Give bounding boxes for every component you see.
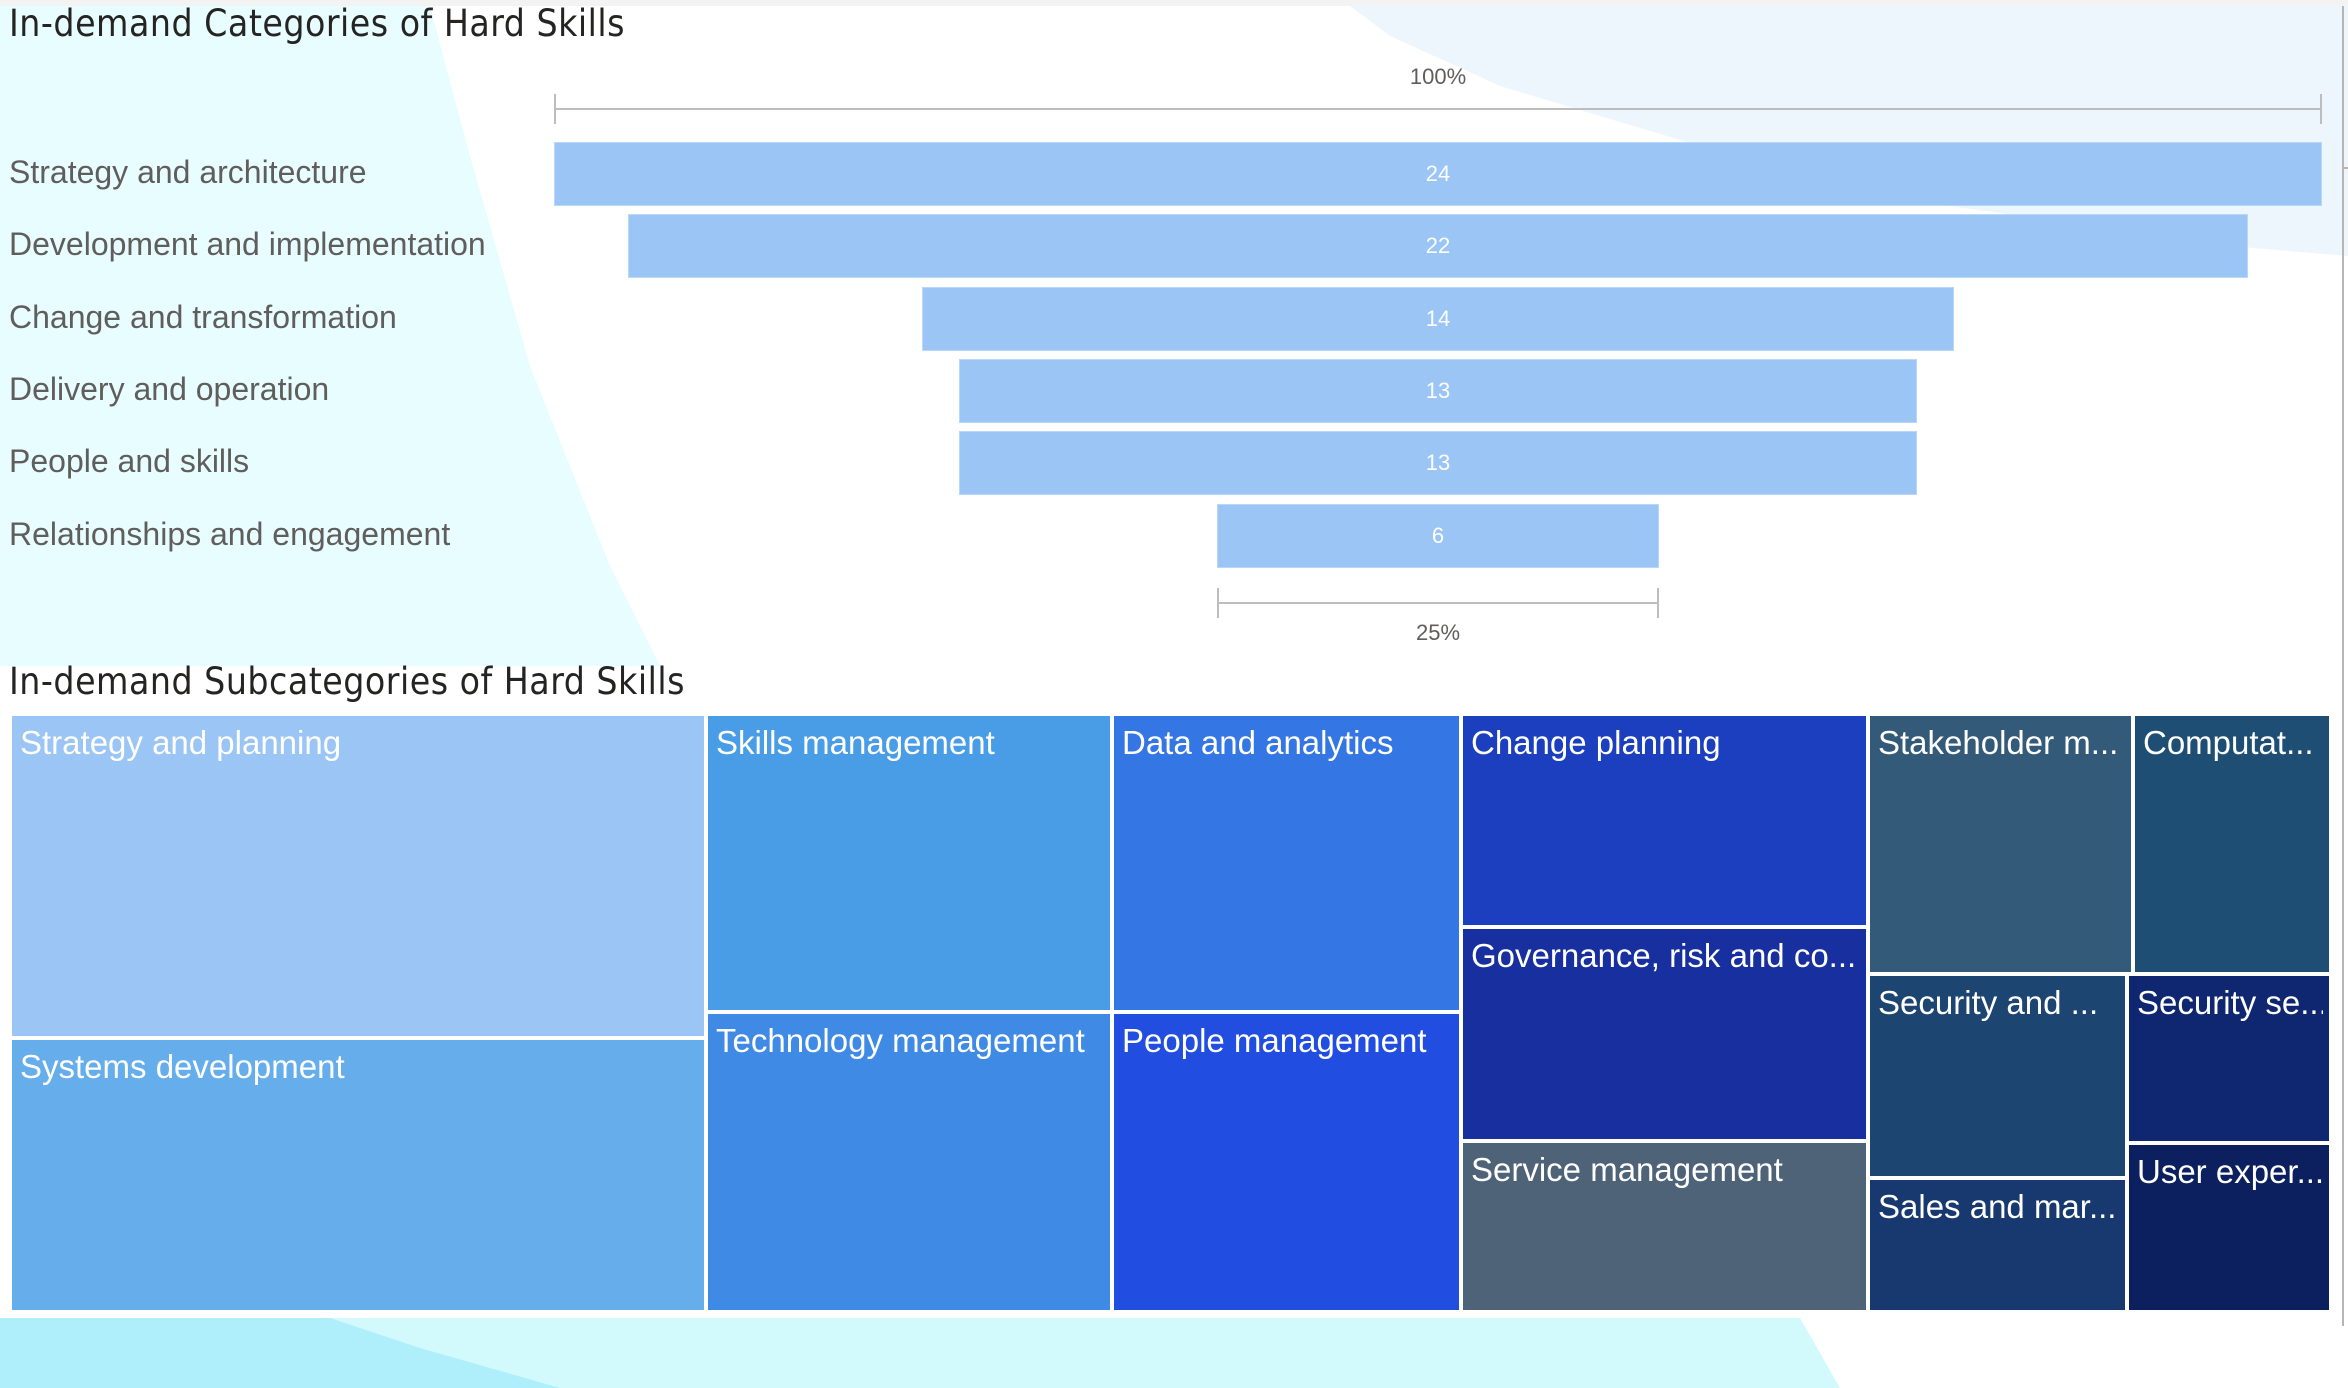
funnel-top-axis-line: [554, 108, 2322, 110]
funnel-category-label: People and skills: [9, 443, 250, 480]
treemap-cell-label: Strategy and planning: [20, 724, 342, 761]
funnel-category-label: Development and implementation: [9, 226, 486, 263]
funnel-bar-value-label: 14: [1425, 305, 1451, 331]
treemap-cell[interactable]: Security se...: [2127, 974, 2331, 1143]
funnel-top-axis-cap-left: [554, 94, 556, 124]
funnel-category-label: Strategy and architecture: [9, 154, 367, 190]
treemap-cell-label: Sales and mar...: [1878, 1188, 2117, 1225]
funnel-category-label: Change and transformation: [9, 298, 397, 335]
treemap-cell[interactable]: Data and analytics: [1112, 714, 1461, 1012]
treemap-cell-label: Computat...: [2143, 724, 2314, 761]
funnel-bar[interactable]: 14: [922, 286, 1954, 351]
treemap-cell[interactable]: Computat...: [2133, 714, 2331, 974]
funnel-bar[interactable]: 6: [1217, 503, 1659, 568]
treemap-cell-label: People management: [1122, 1022, 1427, 1059]
treemap-cell[interactable]: User exper...: [2127, 1143, 2331, 1312]
funnel-top-axis-cap-right: [2320, 94, 2322, 124]
treemap-cell-label: Change planning: [1471, 724, 1721, 761]
treemap-cell[interactable]: Change planning: [1461, 714, 1868, 927]
funnel-bar[interactable]: 22: [627, 214, 2249, 279]
treemap-chart-title: In-demand Subcategories of Hard Skills: [9, 660, 685, 703]
funnel-bar[interactable]: 24: [554, 142, 2322, 206]
treemap-cell[interactable]: Service management: [1461, 1141, 1868, 1312]
treemap-cell[interactable]: Technology management: [706, 1012, 1112, 1312]
treemap-cell[interactable]: Sales and mar...: [1868, 1178, 2127, 1312]
funnel-bottom-axis-cap-right: [1657, 588, 1659, 618]
treemap-cell-label: Data and analytics: [1122, 724, 1394, 761]
treemap-cell-label: Security se...: [2137, 984, 2323, 1021]
funnel-bottom-axis-line: [1217, 602, 1659, 604]
treemap-cell[interactable]: Systems development: [10, 1038, 706, 1312]
funnel-bottom-axis-cap-left: [1217, 588, 1219, 618]
treemap-cell-label: Governance, risk and co...: [1471, 937, 1857, 974]
funnel-bar-value-label: 6: [1431, 522, 1445, 548]
funnel-bar[interactable]: 13: [959, 431, 1917, 496]
funnel-bar-value-label: 13: [1425, 377, 1451, 403]
treemap-cell[interactable]: Strategy and planning: [10, 714, 706, 1038]
funnel-bar-value-label: 24: [1425, 161, 1451, 186]
funnel-bottom-axis-label: 25%: [1415, 620, 1461, 645]
funnel-bar[interactable]: 13: [959, 358, 1917, 423]
background-shape-left: [0, 6, 660, 666]
funnel-top-axis-label: 100%: [1409, 64, 1467, 89]
treemap-cell-label: User exper...: [2137, 1153, 2323, 1190]
treemap-cell[interactable]: Security and ...: [1868, 974, 2127, 1178]
treemap-cell-label: Skills management: [716, 724, 995, 761]
funnel-category-label: Relationships and engagement: [9, 515, 451, 552]
treemap-cell[interactable]: Governance, risk and co...: [1461, 927, 1868, 1141]
canvas-right-tick: [2342, 167, 2348, 169]
treemap-cell-label: Security and ...: [1878, 984, 2099, 1021]
treemap-cell[interactable]: Skills management: [706, 714, 1112, 1012]
funnel-chart-title: In-demand Categories of Hard Skills: [9, 2, 626, 45]
treemap-cell-label: Systems development: [20, 1048, 345, 1085]
canvas-right-border: [2342, 6, 2344, 1326]
treemap-cell-label: Technology management: [716, 1022, 1085, 1059]
treemap-chart: Strategy and planning Systems development…: [10, 714, 2331, 1312]
funnel-category-label: Delivery and operation: [9, 370, 330, 407]
treemap-cell-label: Service management: [1471, 1151, 1783, 1188]
funnel-bar-value-label: 13: [1425, 450, 1451, 476]
treemap-cell[interactable]: Stakeholder m...: [1868, 714, 2133, 974]
funnel-bar-value-label: 22: [1425, 233, 1451, 259]
treemap-cell-label: Stakeholder m...: [1878, 724, 2119, 761]
treemap-cell[interactable]: People management: [1112, 1012, 1461, 1312]
